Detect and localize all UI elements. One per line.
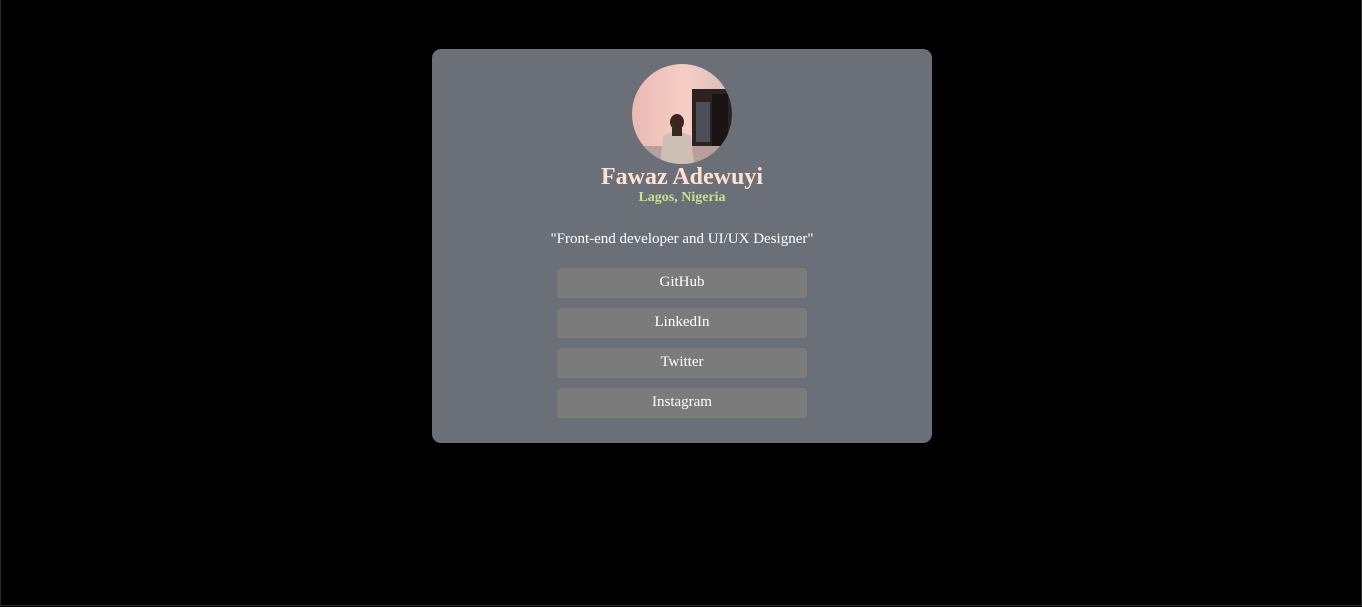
profile-name: Fawaz Adewuyi (601, 164, 763, 190)
linkedin-link-button[interactable]: LinkedIn (557, 308, 807, 338)
avatar-photo-icon (632, 64, 732, 164)
instagram-link-button[interactable]: Instagram (557, 388, 807, 418)
github-link-button[interactable]: GitHub (557, 268, 807, 298)
avatar (632, 64, 732, 164)
profile-card: Fawaz Adewuyi Lagos, Nigeria "Front-end … (432, 49, 932, 443)
social-links: GitHub LinkedIn Twitter Instagram (557, 268, 807, 428)
twitter-link-button[interactable]: Twitter (557, 348, 807, 378)
profile-location: Lagos, Nigeria (638, 190, 726, 205)
profile-bio: "Front-end developer and UI/UX Designer" (550, 231, 814, 247)
